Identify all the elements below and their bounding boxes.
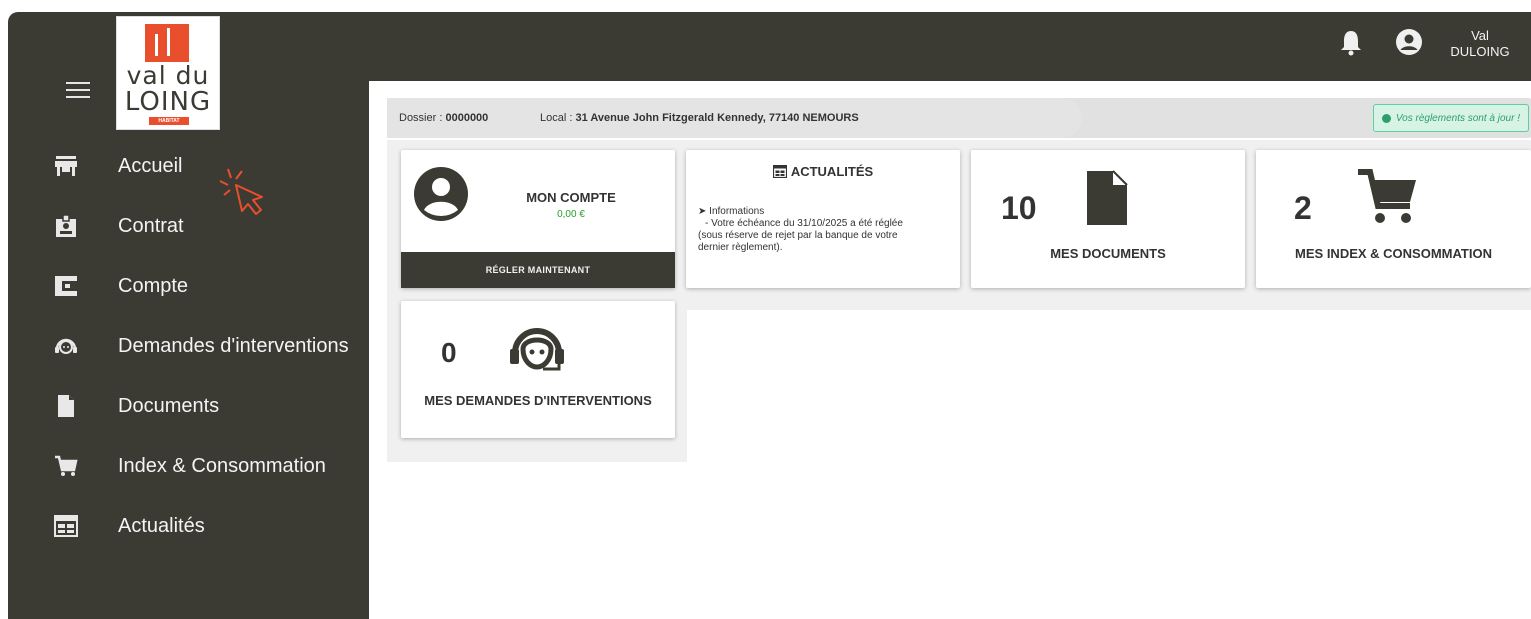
news-header: ACTUALITÉS [686, 164, 960, 179]
sidebar-item-documents[interactable]: Documents [52, 386, 362, 426]
sidebar-item-contrat[interactable]: Contrat [52, 206, 362, 246]
news-item-text-3: dernier règlement). [698, 242, 783, 253]
dossier-info: Dossier : 0000000 [399, 112, 488, 124]
user-name[interactable]: Val DULOING [1440, 28, 1520, 60]
pay-now-button[interactable]: RÉGLER MAINTENANT [401, 252, 675, 288]
news-item-text-1: - Votre échéance du 31/10/2025 a été rég… [705, 218, 903, 229]
news-item-title[interactable]: Informations [709, 206, 764, 217]
sidebar: val du LOING HABITAT Accueil Contrat Com… [8, 12, 369, 619]
local-value: 31 Avenue John Fitzgerald Kennedy, 77140… [575, 112, 859, 124]
user-last-name: DULOING [1450, 44, 1510, 59]
news-title: ACTUALITÉS [790, 164, 874, 179]
interventions-card[interactable]: 0 MES DEMANDES D'INTERVENTIONS [401, 301, 675, 438]
pointer-cursor-icon [219, 168, 263, 215]
sidebar-item-demandes[interactable]: Demandes d'interventions [52, 326, 362, 366]
document-icon [1085, 170, 1129, 231]
status-badge: Vos règlements sont à jour ! [1372, 104, 1529, 132]
interventions-label: MES DEMANDES D'INTERVENTIONS [424, 393, 652, 408]
sidebar-item-actualites[interactable]: Actualités [52, 506, 362, 546]
interventions-count: 0 [441, 337, 457, 368]
account-balance: 0,00 € [557, 209, 585, 220]
support-icon [507, 319, 567, 380]
sidebar-item-label: Contrat [118, 214, 184, 237]
avatar-icon [413, 166, 469, 227]
documents-label: MES DOCUMENTS [1050, 246, 1166, 261]
logo-line2: LOING [124, 87, 212, 117]
calendar-icon [52, 512, 80, 540]
store-icon [52, 152, 80, 180]
logo-tag: HABITAT [149, 117, 189, 125]
logo-mark [145, 24, 189, 62]
cart-icon [52, 452, 80, 480]
dossier-value: 0000000 [445, 112, 489, 124]
local-info: Local : 31 Avenue John Fitzgerald Kenned… [540, 112, 859, 124]
support-icon [52, 332, 80, 360]
wallet-icon [52, 272, 80, 300]
local-label: Local : [540, 112, 576, 124]
check-circle-icon [1381, 113, 1391, 123]
index-label: MES INDEX & CONSOMMATION [1295, 246, 1492, 261]
sidebar-item-label: Demandes d'interventions [118, 334, 349, 357]
calendar-icon [772, 164, 787, 179]
hamburger-menu-icon[interactable] [66, 82, 90, 98]
document-icon [52, 392, 80, 420]
sidebar-item-label: Documents [118, 394, 220, 417]
sidebar-item-label: Accueil [118, 154, 183, 177]
bell-icon[interactable] [1340, 28, 1362, 61]
sidebar-item-label: Actualités [118, 514, 205, 537]
news-card: ACTUALITÉS ➤ Informations - Votre échéan… [686, 150, 960, 288]
news-body: ➤ Informations - Votre échéance du 31/10… [698, 206, 953, 254]
logo-line1: val du [126, 61, 210, 90]
documents-card[interactable]: 10 MES DOCUMENTS [971, 150, 1245, 288]
sidebar-item-compte[interactable]: Compte [52, 266, 362, 306]
status-text: Vos règlements sont à jour ! [1395, 112, 1520, 124]
account-title: MON COMPTE [526, 190, 616, 205]
dossier-label: Dossier : [399, 112, 446, 124]
logo[interactable]: val du LOING HABITAT [116, 16, 220, 130]
news-item-text-2: (sous réserve de rejet par la banque de … [698, 230, 898, 241]
account-icon[interactable] [1395, 28, 1423, 61]
arrow-icon: ➤ [698, 206, 710, 217]
index-count: 2 [1294, 190, 1312, 226]
cart-icon [1356, 168, 1420, 233]
index-card[interactable]: 2 MES INDEX & CONSOMMATION [1256, 150, 1531, 288]
sidebar-item-label: Index & Consommation [118, 454, 326, 477]
sidebar-item-label: Compte [118, 274, 189, 297]
info-bar: Dossier : 0000000 Local : 31 Avenue John… [387, 98, 1531, 138]
sidebar-item-index[interactable]: Index & Consommation [52, 446, 362, 486]
account-card[interactable]: MON COMPTE 0,00 € RÉGLER MAINTENANT [401, 150, 675, 288]
main-content: Dossier : 0000000 Local : 31 Avenue John… [387, 96, 1531, 526]
documents-count: 10 [1001, 190, 1037, 226]
user-first-name: Val [1471, 28, 1489, 43]
badge-icon [52, 212, 80, 240]
sidebar-item-accueil[interactable]: Accueil [52, 146, 362, 186]
